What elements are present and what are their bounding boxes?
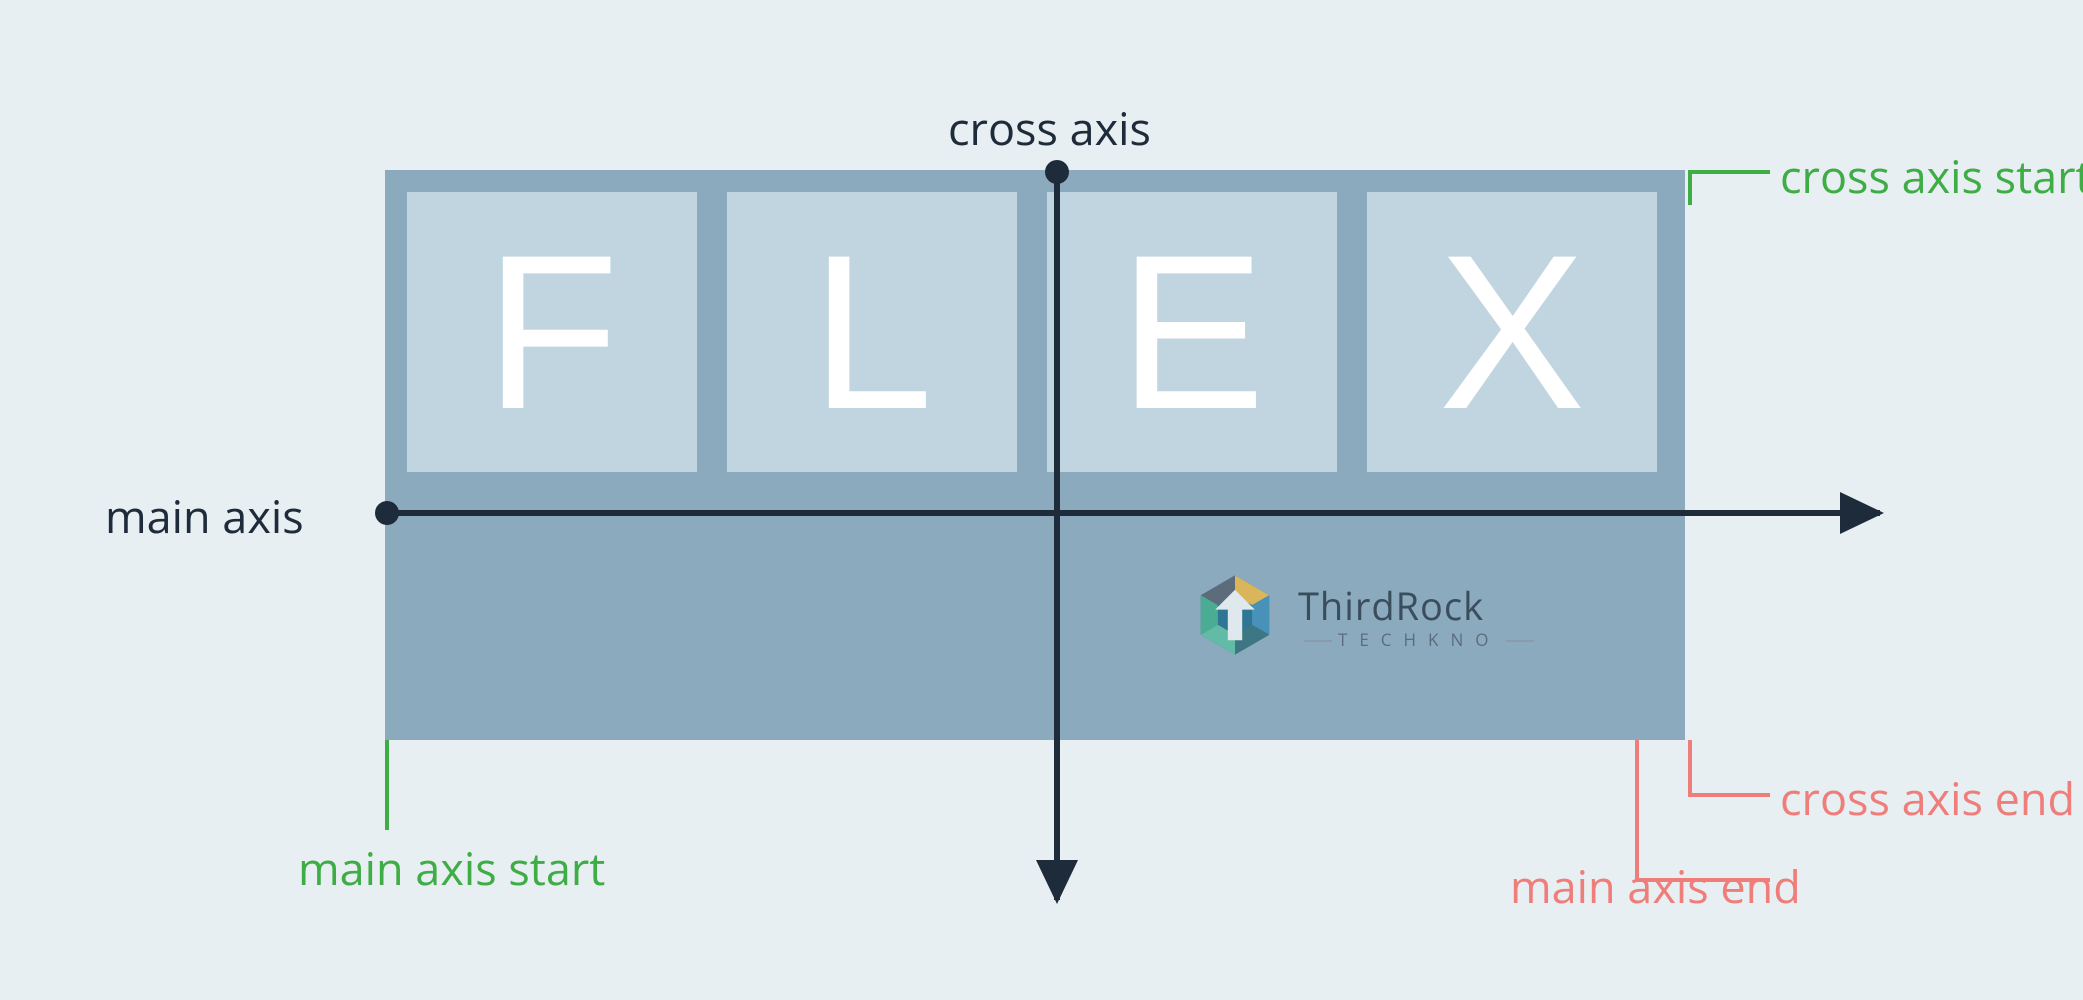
flex-item: E (1047, 192, 1337, 472)
cross-axis-start-tick (1688, 170, 1770, 174)
flex-axis-diagram: F L E X main axis cross axis cross axis … (0, 0, 2083, 1000)
main-axis-label: main axis (105, 486, 304, 547)
flex-item: L (727, 192, 1017, 472)
cross-axis-start-label: cross axis start (1780, 146, 2083, 207)
flex-item-letter: E (1119, 222, 1266, 442)
main-axis-arrow (385, 510, 1880, 516)
cross-axis-start-tick (1688, 170, 1692, 205)
logo-icon (1190, 570, 1280, 660)
cross-axis-end-label: cross axis end (1780, 768, 2075, 829)
watermark-logo: ThirdRock TECHKNO (1190, 570, 1540, 660)
cross-axis-label: cross axis (948, 98, 1151, 159)
logo-subline: TECHKNO (1298, 628, 1540, 651)
cross-axis-arrow (1054, 170, 1060, 900)
cross-axis-end-tick (1688, 740, 1692, 795)
flex-item-letter: L (811, 222, 933, 442)
cross-axis-end-tick (1688, 793, 1770, 797)
logo-text: ThirdRock TECHKNO (1298, 580, 1540, 651)
main-axis-start-tick (385, 740, 389, 830)
main-axis-end-label: main axis end (1510, 856, 1801, 917)
flex-item: X (1367, 192, 1657, 472)
flex-item-letter: X (1439, 222, 1586, 442)
main-axis-start-label: main axis start (298, 838, 605, 899)
flex-item: F (407, 192, 697, 472)
flex-item-letter: F (485, 222, 619, 442)
logo-brand: ThirdRock (1298, 580, 1540, 632)
